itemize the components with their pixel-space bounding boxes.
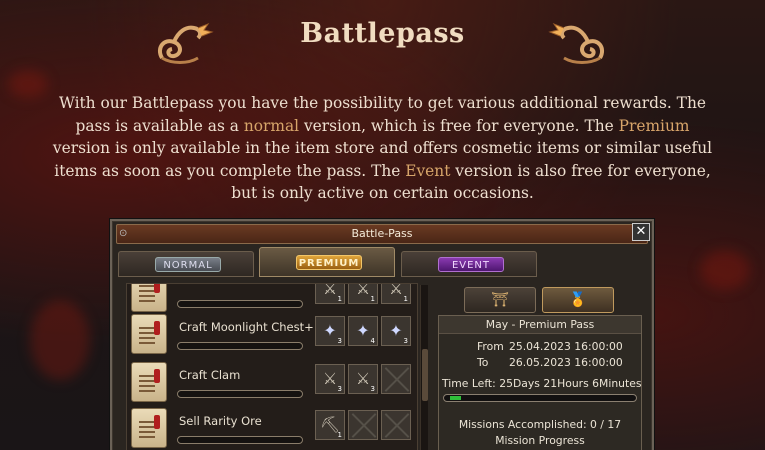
mission-rewards: ⚔ 1 ⚔ 1 ⚔ 1 [315, 284, 411, 310]
pass-to: To 26.05.2023 16:00:00 [477, 356, 623, 369]
reward-quantity: 1 [370, 295, 375, 303]
reward-quantity: 3 [337, 385, 342, 393]
from-label: From [477, 340, 504, 353]
intro-segment: version, which is free for everyone. The [299, 116, 619, 135]
mission-row[interactable]: Craft Clam ⚔ 3 ⚔ 3 [127, 360, 417, 404]
mission-list-scrollbar[interactable] [420, 285, 428, 450]
reward-slot[interactable]: ⚔ 3 [348, 364, 378, 394]
to-value: 26.05.2023 16:00:00 [509, 356, 623, 369]
tab-normal[interactable]: NORMAL [118, 251, 254, 277]
medal-icon: 🏅 [569, 292, 587, 308]
scroll-icon [131, 284, 167, 312]
time-progress-fill [450, 396, 461, 400]
reward-quantity: 3 [403, 337, 408, 345]
reward-quantity: 3 [337, 337, 342, 345]
pass-title: May - Premium Pass [439, 316, 641, 334]
mission-progress-bar [177, 300, 303, 308]
scroll-icon [131, 408, 167, 448]
reward-quantity: 1 [403, 295, 408, 303]
tab-premium-label: PREMIUM [296, 255, 362, 270]
reward-slot[interactable]: ✦ 3 [381, 316, 411, 346]
reward-quantity: 1 [337, 295, 342, 303]
page-title: Battlepass [300, 18, 465, 49]
time-left: Time Left: 25Days 21Hours 6Minutes [442, 377, 642, 390]
missions-accomplished: Missions Accomplished: 0 / 17 [458, 418, 622, 431]
scroll-icon [131, 314, 167, 354]
mission-row[interactable]: Craft Moonlight Chest+ ✦ 3 ✦ 4 ✦ 3 [127, 312, 417, 356]
tab-event[interactable]: EVENT [401, 251, 537, 277]
pass-from: From 25.04.2023 16:00:00 [477, 340, 623, 353]
rewards-view-button[interactable]: 🏅 [542, 287, 614, 313]
battle-pass-window: ⊙ Battle-Pass ✕ NORMAL PREMIUM EVENT ⚔ 1 ⚔… [110, 219, 654, 450]
intro-highlight: Premium [618, 116, 690, 135]
intro-highlight: Event [405, 161, 451, 180]
mission-progress-bar [177, 390, 303, 398]
intro-highlight: normal [243, 116, 300, 135]
mission-progress-bar [177, 436, 303, 444]
gate-icon: ⛩ [491, 292, 509, 308]
mission-rewards: ⚔ 3 ⚔ 3 [315, 364, 411, 400]
intro-text: With our Battlepass you have the possibi… [46, 92, 719, 205]
window-titlebar[interactable]: ⊙ Battle-Pass [116, 224, 648, 244]
pass-info-panel: May - Premium Pass From 25.04.2023 16:00:… [438, 315, 642, 450]
reward-slot[interactable]: ⚔ 1 [348, 284, 378, 304]
close-button[interactable]: ✕ [632, 223, 650, 241]
mission-rewards: ✦ 3 ✦ 4 ✦ 3 [315, 316, 411, 352]
mission-progress-bar [177, 342, 303, 350]
mission-name: Sell Rarity Ore [179, 414, 262, 428]
reward-slot-empty[interactable] [348, 410, 378, 440]
mission-name: Craft Clam [179, 368, 241, 382]
mission-progress-label: Mission Progress [495, 434, 585, 447]
mission-row[interactable]: ⚔ 1 ⚔ 1 ⚔ 1 [127, 284, 417, 314]
to-label: To [477, 356, 489, 369]
reward-slot[interactable]: ⚔ 1 [381, 284, 411, 304]
reward-quantity: 1 [337, 431, 342, 439]
tab-premium[interactable]: PREMIUM [259, 247, 395, 277]
reward-slot-empty[interactable] [381, 364, 411, 394]
reward-slot-empty[interactable] [381, 410, 411, 440]
time-progress-bar [443, 394, 637, 402]
from-value: 25.04.2023 16:00:00 [509, 340, 623, 353]
reward-quantity: 4 [370, 337, 375, 345]
reward-slot[interactable]: ⚔ 1 [315, 284, 345, 304]
reward-slot[interactable]: ⛏ 1 [315, 410, 345, 440]
window-title: Battle-Pass [351, 227, 413, 240]
tab-event-label: EVENT [438, 257, 504, 272]
mission-rewards: ⛏ 1 [315, 410, 411, 446]
reward-quantity: 3 [370, 385, 375, 393]
mission-name: Craft Moonlight Chest+ [179, 320, 314, 334]
missions-view-button[interactable]: ⛩ [464, 287, 536, 313]
tab-bar: NORMAL PREMIUM EVENT [116, 247, 648, 279]
reward-slot[interactable]: ✦ 4 [348, 316, 378, 346]
tab-normal-label: NORMAL [155, 257, 221, 272]
scrollbar-thumb[interactable] [422, 349, 428, 401]
mission-row[interactable]: Sell Rarity Ore ⛏ 1 [127, 406, 417, 450]
reward-slot[interactable]: ⚔ 3 [315, 364, 345, 394]
mission-list: ⚔ 1 ⚔ 1 ⚔ 1 Craft Moonlight Chest+ ✦ 3 ✦ 4 ✦ 3 Craft … [126, 283, 418, 450]
reward-slot[interactable]: ✦ 3 [315, 316, 345, 346]
scroll-icon [131, 362, 167, 402]
